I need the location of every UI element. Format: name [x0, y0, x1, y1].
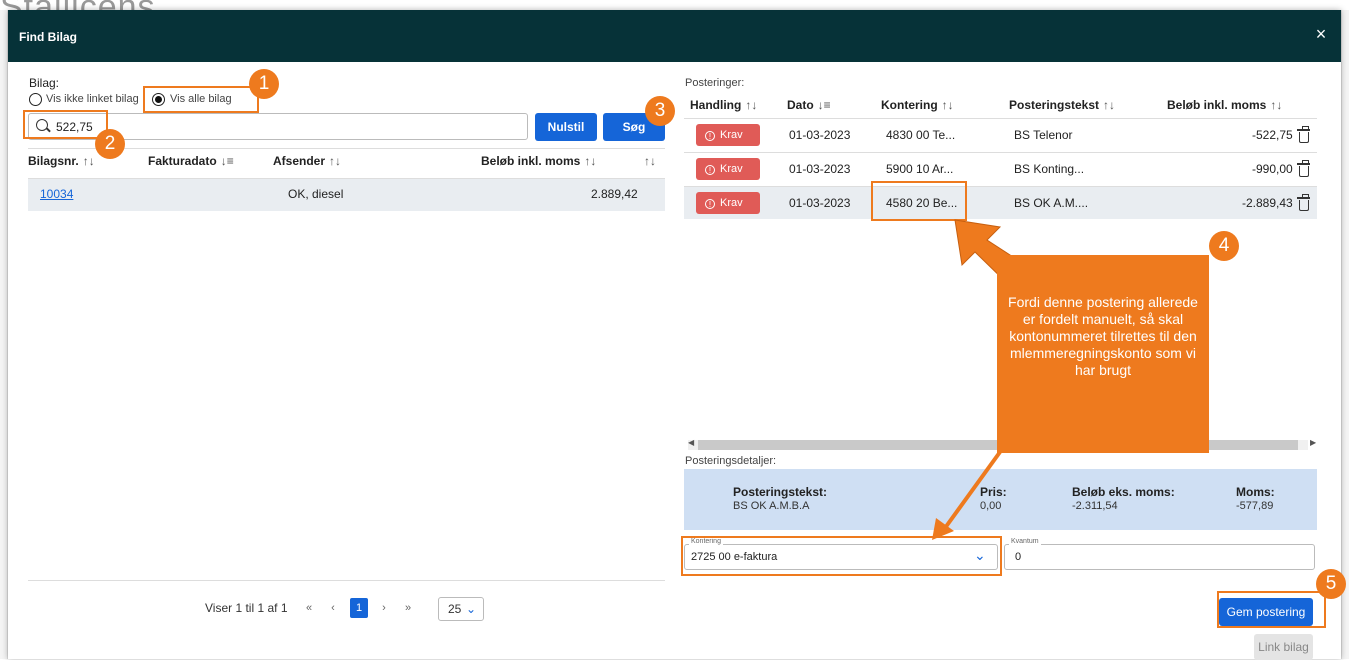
- arrow-to-kontering-select-line: [943, 450, 1002, 530]
- annotation-callout: Fordi denne postering allerede er fordel…: [997, 255, 1209, 453]
